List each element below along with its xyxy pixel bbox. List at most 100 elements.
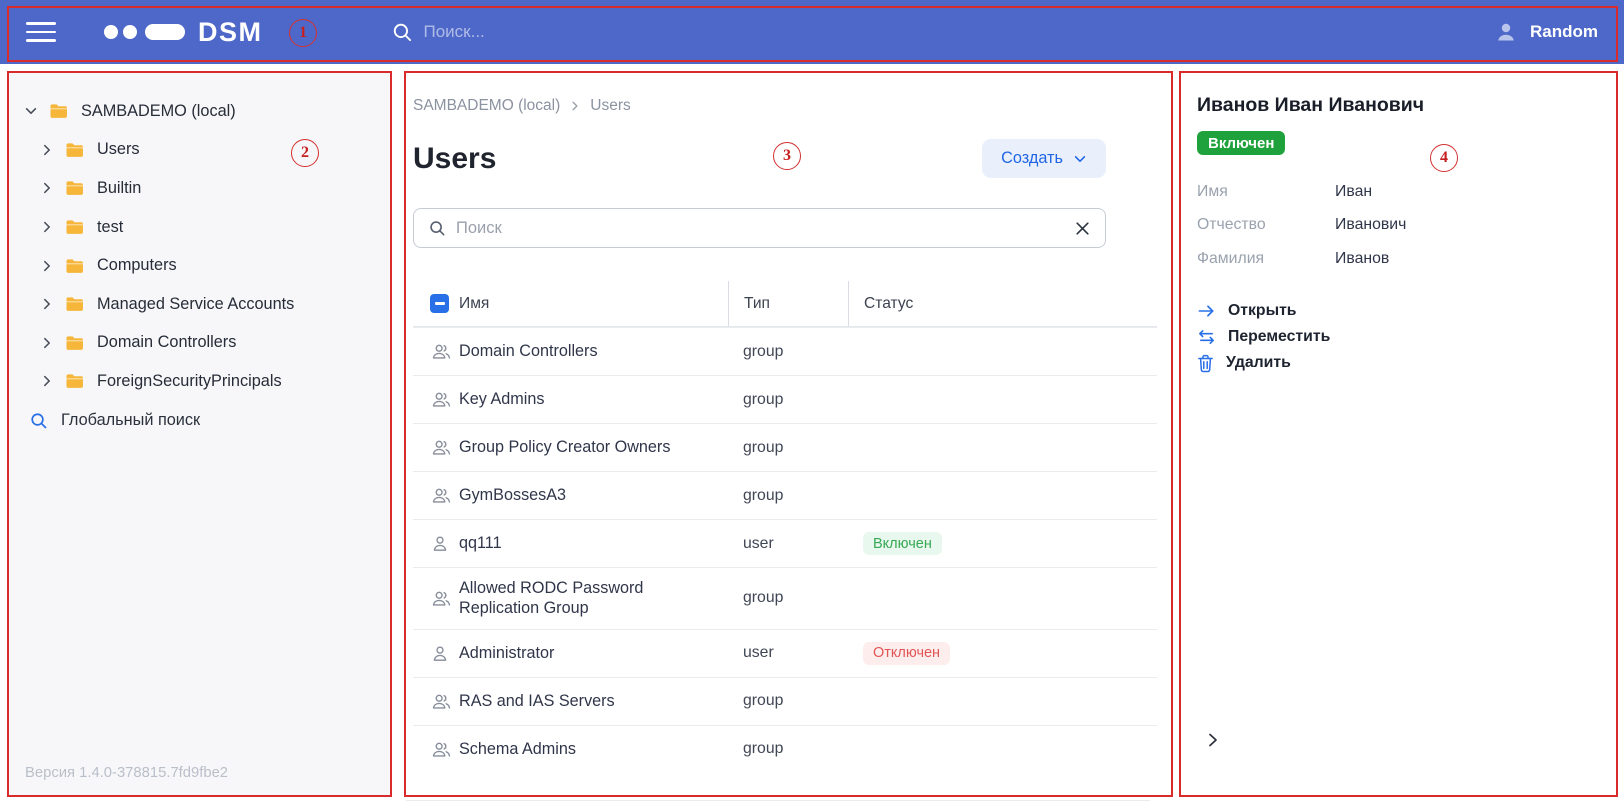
tree-item-users[interactable]: Users bbox=[9, 131, 390, 170]
tree-item-label: Managed Service Accounts bbox=[97, 294, 295, 313]
delete-action-label: Удалить bbox=[1226, 354, 1291, 371]
dsm-logo: DSM bbox=[104, 17, 263, 48]
create-button[interactable]: Создать bbox=[982, 139, 1106, 178]
tree-item-domain-controllers[interactable]: Domain Controllers bbox=[9, 324, 390, 363]
folder-icon bbox=[65, 142, 84, 158]
table-row[interactable]: Group Policy Creator Owners group bbox=[413, 423, 1157, 471]
chevron-right-icon[interactable] bbox=[40, 374, 54, 388]
folder-icon bbox=[65, 219, 84, 235]
global-header-search bbox=[391, 21, 684, 43]
move-action[interactable]: Переместить bbox=[1197, 328, 1616, 346]
row-name: qq111 bbox=[459, 534, 502, 553]
breadcrumb-root[interactable]: SAMBADEMO (local) bbox=[413, 97, 560, 115]
tree-item-label: test bbox=[97, 217, 124, 236]
tree-item-label: SAMBADEMO (local) bbox=[81, 101, 236, 120]
row-type: group bbox=[743, 692, 784, 709]
table-row[interactable]: Key Admins group bbox=[413, 375, 1157, 423]
tree-item-managed-service-accounts[interactable]: Managed Service Accounts bbox=[9, 285, 390, 324]
breadcrumb: SAMBADEMO (local) Users bbox=[413, 97, 1171, 115]
column-header-name[interactable]: Имя bbox=[459, 295, 728, 313]
collapse-panel-chevron-icon[interactable] bbox=[1205, 731, 1221, 749]
row-name: Domain Controllers bbox=[459, 342, 598, 361]
row-type: group bbox=[743, 438, 784, 456]
search-icon bbox=[393, 23, 411, 42]
group-icon bbox=[430, 438, 459, 457]
version-text: Версия 1.4.0-378815.7fd9fbe2 bbox=[25, 765, 229, 781]
table-row[interactable]: GymBossesA3 group bbox=[413, 471, 1157, 519]
table-search-box bbox=[413, 208, 1106, 248]
row-type: user bbox=[743, 644, 774, 661]
table-row[interactable]: Domain Controllers group bbox=[413, 327, 1157, 375]
row-type: group bbox=[743, 740, 784, 757]
tree-item-label: Builtin bbox=[97, 178, 142, 197]
table-row[interactable]: Allowed RODC Password Replication Group … bbox=[413, 567, 1157, 629]
chevron-right-icon[interactable] bbox=[40, 297, 54, 311]
logo-pill-icon bbox=[145, 24, 185, 40]
tree-item-computers[interactable]: Computers bbox=[9, 246, 390, 285]
chevron-right-icon[interactable] bbox=[40, 259, 54, 273]
user-name: Random bbox=[1530, 22, 1598, 41]
column-header-type[interactable]: Тип bbox=[728, 281, 848, 326]
page-title: Users bbox=[413, 141, 497, 175]
folder-icon bbox=[65, 335, 84, 351]
status-badge: Включен bbox=[863, 532, 942, 555]
tree-item-label: Users bbox=[97, 140, 140, 159]
row-name: Group Policy Creator Owners bbox=[459, 438, 671, 457]
field-label: Отчество bbox=[1197, 216, 1266, 234]
chevron-right-icon[interactable] bbox=[40, 336, 54, 350]
field-value: Иванович bbox=[1335, 216, 1407, 234]
row-type: group bbox=[743, 390, 784, 408]
details-actions: Открыть Переместить Удалить bbox=[1197, 302, 1616, 373]
chevron-right-icon[interactable] bbox=[40, 181, 54, 195]
open-action-label: Открыть bbox=[1228, 301, 1297, 319]
user-menu[interactable]: Random bbox=[1494, 20, 1598, 44]
table-row[interactable]: Administrator user Отключен bbox=[413, 628, 1157, 677]
table-search-input[interactable] bbox=[456, 218, 1074, 238]
folder-icon bbox=[65, 258, 84, 274]
create-button-label: Создать bbox=[1001, 149, 1063, 167]
header-search-input[interactable] bbox=[423, 22, 684, 42]
logo-dot-icon bbox=[123, 25, 137, 39]
row-type: group bbox=[743, 589, 784, 607]
user-icon bbox=[430, 534, 459, 553]
table-header-row: Имя Тип Статус bbox=[413, 281, 1157, 327]
folder-icon bbox=[65, 373, 84, 389]
chevron-right-icon[interactable] bbox=[40, 143, 54, 157]
move-action-label: Переместить bbox=[1228, 327, 1331, 345]
field-label: Фамилия bbox=[1197, 249, 1265, 267]
row-name: GymBossesA3 bbox=[459, 486, 567, 505]
open-action[interactable]: Открыть bbox=[1197, 302, 1616, 320]
hamburger-menu-icon[interactable] bbox=[26, 22, 56, 42]
column-header-status[interactable]: Статус bbox=[848, 281, 1157, 326]
row-type: group bbox=[743, 486, 784, 504]
row-name: Key Admins bbox=[459, 390, 545, 409]
search-icon bbox=[430, 221, 445, 236]
chevron-down-icon[interactable] bbox=[24, 104, 38, 118]
tree-item-foreign-security-principals[interactable]: ForeignSecurityPrincipals bbox=[9, 362, 390, 401]
delete-action[interactable]: Удалить bbox=[1197, 354, 1616, 373]
field-value: Иванов bbox=[1335, 249, 1390, 267]
clear-search-icon[interactable] bbox=[1074, 220, 1091, 237]
logo-text: DSM bbox=[198, 16, 263, 47]
user-icon bbox=[1498, 23, 1514, 41]
table-row[interactable]: Schema Admins group bbox=[413, 724, 1157, 773]
tree-item-test[interactable]: test bbox=[9, 208, 390, 247]
details-fields: Имя Иван Отчество Иванович Фамилия Ивано… bbox=[1197, 175, 1616, 276]
table-row[interactable]: qq111 user Включен bbox=[413, 519, 1157, 567]
select-all-checkbox[interactable] bbox=[430, 294, 449, 313]
chevron-right-icon[interactable] bbox=[40, 220, 54, 234]
sidebar-panel: SAMBADEMO (local) Users Builtin test Com bbox=[7, 71, 392, 797]
row-name: RAS and IAS Servers bbox=[459, 691, 615, 710]
screen: DSM Random SAMBADEMO (local) Users bbox=[0, 0, 1624, 804]
users-table: Имя Тип Статус Domain Controllers group … bbox=[413, 281, 1157, 773]
row-name: Allowed RODC Password Replication Group bbox=[459, 579, 644, 618]
folder-icon bbox=[49, 103, 68, 119]
sidebar-item-global-search[interactable]: Глобальный поиск bbox=[9, 401, 390, 440]
top-header-bar: DSM Random bbox=[0, 0, 1624, 64]
arrow-right-icon bbox=[1198, 304, 1214, 317]
tree-item-sambademo[interactable]: SAMBADEMO (local) bbox=[9, 92, 390, 131]
global-search-label: Глобальный поиск bbox=[61, 410, 201, 429]
tree-item-builtin[interactable]: Builtin bbox=[9, 169, 390, 208]
divider bbox=[406, 800, 1150, 801]
table-row[interactable]: RAS and IAS Servers group bbox=[413, 676, 1157, 725]
